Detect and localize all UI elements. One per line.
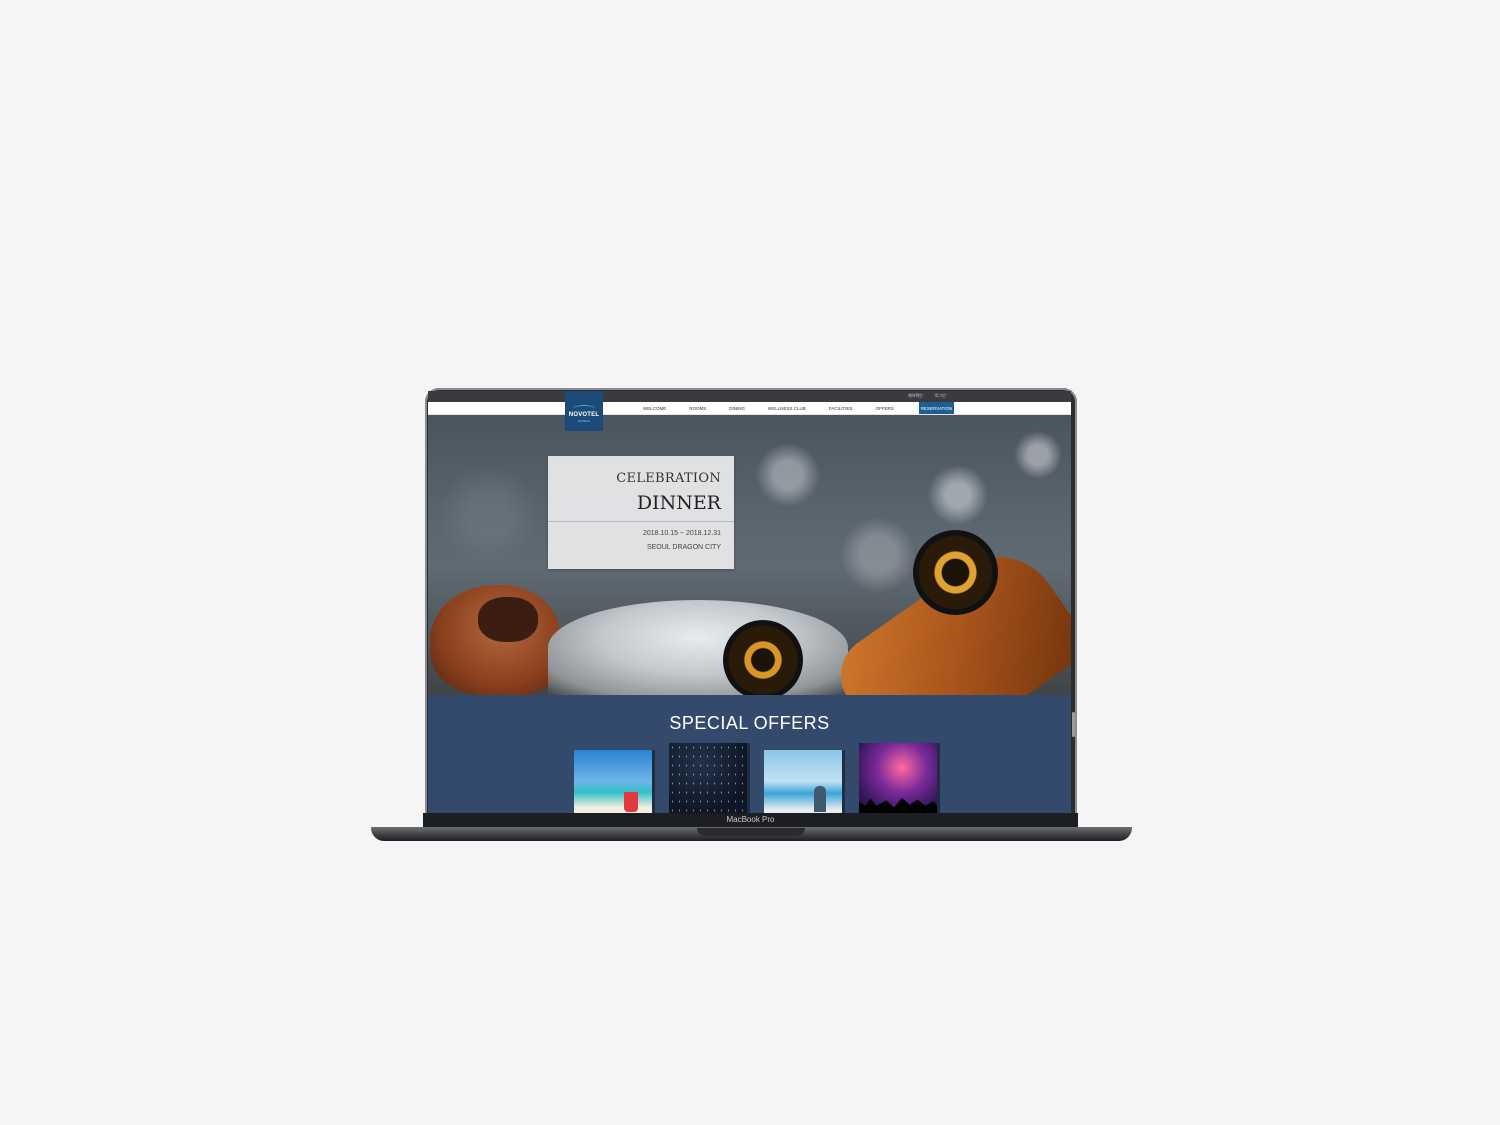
nav-item-dining[interactable]: DINING xyxy=(729,406,745,411)
logo-text: NOVOTEL xyxy=(568,412,600,418)
laptop-hinge: MacBook Pro xyxy=(423,813,1078,827)
promo-venue: SEOUL DRAGON CITY xyxy=(646,544,721,551)
main-navigation: WELCOME ROOMS DINING WELLNESS CLUB FACIL… xyxy=(428,402,1071,415)
hero-banner: CELEBRATION DINNER 2018.10.15 ~ 2018.12.… xyxy=(428,415,1071,781)
utility-links: 예약확인 로그인 xyxy=(908,393,946,401)
small-bottle-mouth-image xyxy=(723,620,803,700)
nav-menu: WELCOME ROOMS DINING WELLNESS CLUB FACIL… xyxy=(643,402,917,414)
person-silhouette xyxy=(814,786,826,812)
nav-item-welcome[interactable]: WELCOME xyxy=(643,406,666,411)
promo-divider xyxy=(548,521,734,522)
cork-top-shape xyxy=(478,597,538,642)
drink-glass-shape xyxy=(624,792,638,812)
login-link[interactable]: 로그인 xyxy=(935,393,946,401)
screen-top-bar xyxy=(428,391,1071,402)
crowd-silhouette xyxy=(859,797,937,813)
logo-swoosh-icon xyxy=(573,405,595,412)
nav-item-facilities[interactable]: FACILITIES xyxy=(829,406,853,411)
promo-title: DINNER xyxy=(636,492,721,514)
promo-card[interactable]: CELEBRATION DINNER 2018.10.15 ~ 2018.12.… xyxy=(548,456,734,569)
concert-crowd-image[interactable] xyxy=(859,743,937,813)
reservation-check-link[interactable]: 예약확인 xyxy=(908,393,923,401)
scrollbar[interactable] xyxy=(1072,712,1075,737)
tropical-drink-image[interactable] xyxy=(574,750,652,814)
stars-pattern xyxy=(669,743,747,813)
promo-kicker: CELEBRATION xyxy=(616,471,721,486)
starry-sky-image[interactable] xyxy=(669,743,747,813)
special-offers-title: SPECIAL OFFERS xyxy=(669,713,830,733)
promo-dates: 2018.10.15 ~ 2018.12.31 xyxy=(642,530,721,537)
browser-viewport: WELCOME ROOMS DINING WELLNESS CLUB FACIL… xyxy=(428,402,1071,814)
logo-subtext: HOTELS xyxy=(577,419,590,423)
nav-item-wellness-club[interactable]: WELLNESS CLUB xyxy=(768,406,806,411)
trackpad-notch xyxy=(697,828,805,836)
special-offers-section: SPECIAL OFFERS xyxy=(428,695,1071,814)
beach-person-image[interactable] xyxy=(764,750,842,814)
nav-item-offers[interactable]: OFFERS xyxy=(876,406,894,411)
ice-bucket-image xyxy=(548,600,848,695)
reservation-button[interactable]: RESERVATION xyxy=(919,402,954,414)
device-model-label: MacBook Pro xyxy=(726,815,775,824)
bottle-mouth-image xyxy=(913,530,998,615)
nav-item-rooms[interactable]: ROOMS xyxy=(689,406,706,411)
novotel-logo[interactable]: NOVOTEL HOTELS xyxy=(565,391,603,431)
